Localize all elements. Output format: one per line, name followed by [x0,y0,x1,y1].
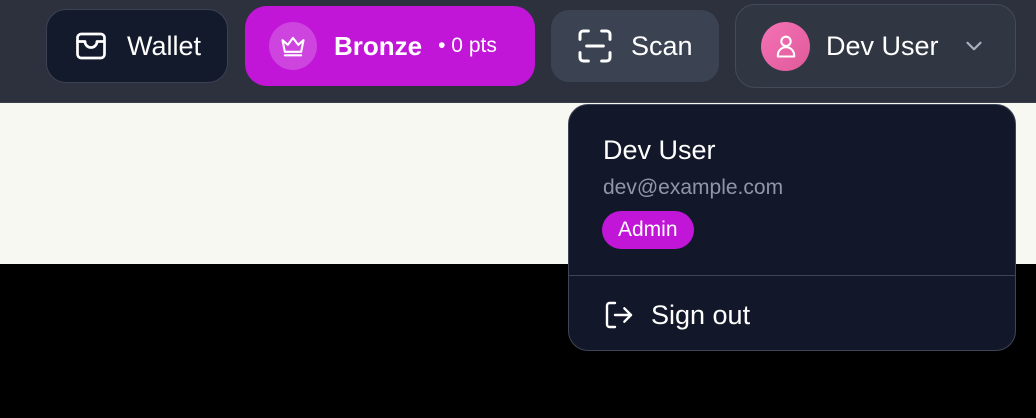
menu-user-name: Dev User [603,135,716,165]
crown-icon [281,36,305,57]
sign-out-menu-item[interactable]: Sign out [603,295,750,335]
user-name: Dev User [826,30,939,61]
crown-badge [269,22,317,70]
chevron-down-icon [965,41,982,51]
scan-label: Scan [631,30,693,61]
avatar [761,21,810,71]
menu-user-email: dev@example.com [603,176,784,199]
tier-label: Bronze [334,30,423,61]
tier-status-button[interactable]: Bronze • 0 pts [245,6,535,86]
wallet-icon [76,32,106,60]
log-out-icon [605,301,633,329]
user-menu-button[interactable]: Dev User [735,4,1016,88]
tier-points: • 0 pts [438,34,497,57]
top-navigation-bar: Wallet Bronze • 0 pts Scan Dev User [0,0,1036,103]
user-dropdown-menu: Dev User dev@example.com Admin Sign out [568,104,1016,351]
scan-icon [578,29,612,63]
menu-divider [569,275,1015,276]
wallet-label: Wallet [127,30,202,61]
scan-button[interactable]: Scan [551,10,719,82]
sign-out-label: Sign out [651,299,751,330]
user-icon [776,35,795,58]
role-badge: Admin [602,211,694,249]
wallet-button[interactable]: Wallet [46,9,228,83]
